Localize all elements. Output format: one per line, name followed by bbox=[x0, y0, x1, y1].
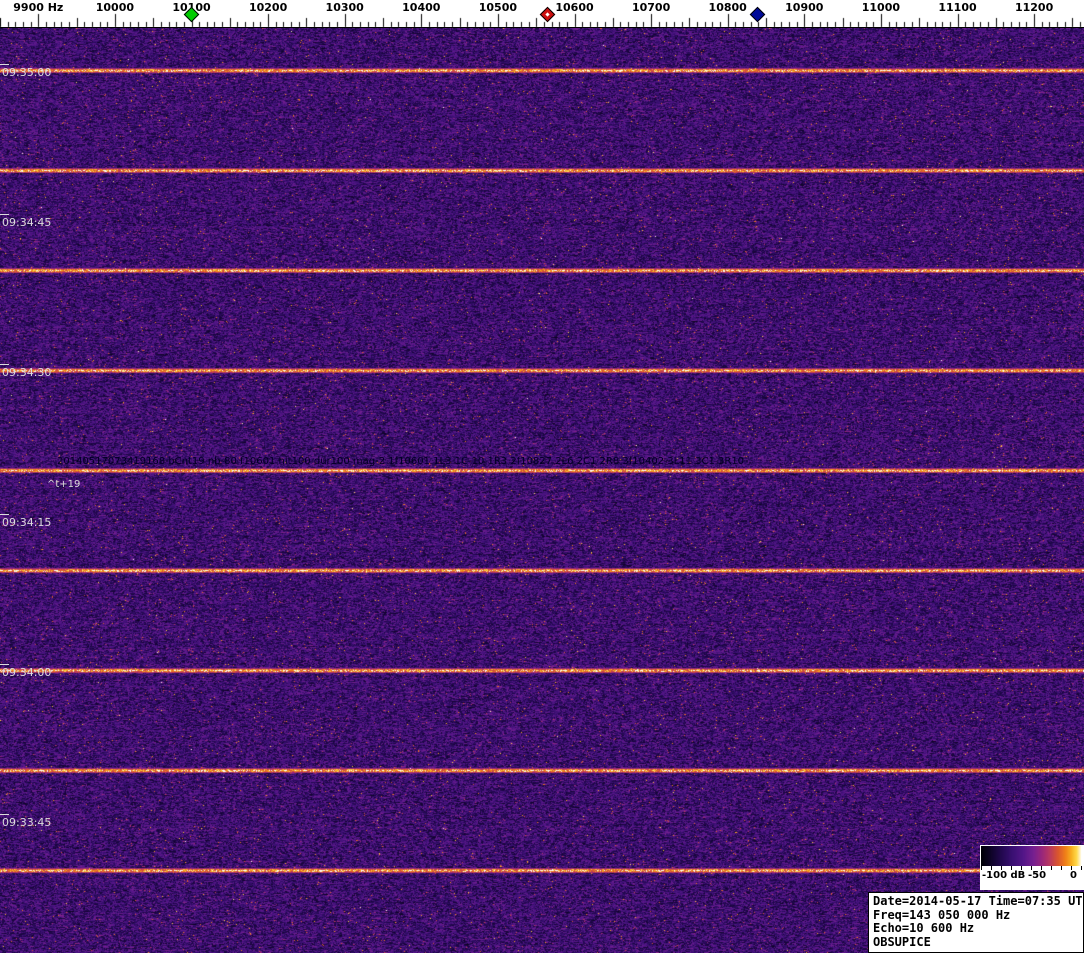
color-scale-legend: -100 dB -50 0 bbox=[980, 845, 1084, 890]
freq-tick-label: 11000 bbox=[861, 1, 901, 14]
time-tick-label: 09:34:45 bbox=[2, 216, 52, 229]
freq-tick-label: 10400 bbox=[402, 1, 441, 14]
time-tick-icon bbox=[0, 664, 9, 665]
time-tick-icon bbox=[0, 364, 9, 365]
freq-tick-label: 10600 bbox=[555, 1, 594, 14]
spectrogram-waterfall bbox=[0, 28, 1084, 953]
info-station-name: OBSUPICE bbox=[873, 934, 931, 949]
spectrogram-app-screen: 9900 Hz100001010010200103001040010500106… bbox=[0, 0, 1084, 953]
time-tick-label: 09:34:30 bbox=[2, 366, 52, 379]
legend-label-max: 0 bbox=[1070, 870, 1077, 881]
freq-tick-label: 10200 bbox=[248, 1, 288, 14]
time-tick-icon bbox=[0, 214, 9, 215]
event-annotation-line1: 20140517073419168 bCnt19 nb-80 f10601 hi… bbox=[57, 456, 745, 467]
info-frequency: Freq=143 050 000 Hz bbox=[873, 907, 1011, 922]
time-tick-label: 09:35:00 bbox=[2, 66, 52, 79]
info-date-time: Date=2014-05-17 Time=07:35 UTC bbox=[873, 894, 1084, 908]
observation-info-box: Date=2014-05-17 Time=07:35 UTC Freq=143 … bbox=[868, 892, 1084, 953]
legend-label-mid: -50 bbox=[1028, 870, 1047, 881]
freq-tick-label: 10300 bbox=[325, 1, 364, 14]
freq-tick-label: 10800 bbox=[708, 1, 747, 14]
event-annotation-line2: ^t+19 bbox=[47, 479, 81, 490]
frequency-ruler: 9900 Hz100001010010200103001040010500106… bbox=[0, 0, 1084, 28]
freq-tick-label: 10700 bbox=[631, 1, 671, 14]
freq-tick-label: 10900 bbox=[785, 1, 824, 14]
freq-tick-label: 9900 Hz bbox=[13, 1, 64, 14]
time-tick-label: 09:33:45 bbox=[2, 816, 52, 829]
red-marker-center-dot bbox=[545, 12, 550, 17]
freq-tick-label: 11100 bbox=[938, 1, 977, 14]
time-tick-label: 09:34:15 bbox=[2, 516, 52, 529]
freq-tick-label: 10000 bbox=[95, 1, 135, 14]
time-tick-label: 09:34:00 bbox=[2, 666, 52, 679]
time-tick-icon bbox=[0, 814, 9, 815]
freq-tick-label: 11200 bbox=[1014, 1, 1054, 14]
info-echo-frequency: Echo=10 600 Hz bbox=[873, 921, 975, 935]
time-tick-icon bbox=[0, 514, 9, 515]
time-tick-icon bbox=[0, 64, 9, 65]
color-scale-gradient bbox=[981, 846, 1082, 866]
freq-tick-label: 10500 bbox=[478, 1, 518, 14]
legend-label-min: -100 dB bbox=[982, 870, 1026, 881]
